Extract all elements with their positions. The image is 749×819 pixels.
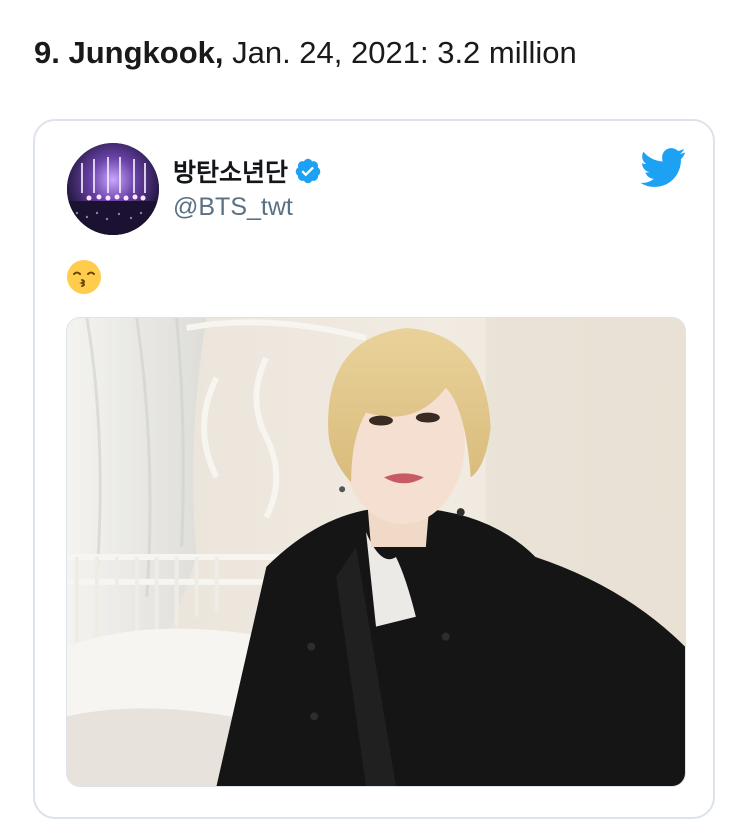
tweet-display-name[interactable]: 방탄소년단 xyxy=(173,153,322,189)
headline: 9. Jungkook, Jan. 24, 2021: 3.2 million xyxy=(34,33,577,73)
kissing-face-emoji-icon xyxy=(66,259,102,295)
verified-badge-icon xyxy=(294,157,322,185)
headline-rank-name: 9. Jungkook, xyxy=(34,35,224,70)
display-name-text: 방탄소년단 xyxy=(173,159,289,187)
tweet-handle[interactable]: @BTS_twt xyxy=(173,193,293,222)
embedded-tweet-card[interactable]: 방탄소년단 @BTS_twt xyxy=(33,119,715,819)
twitter-bird-icon[interactable] xyxy=(640,147,686,187)
tweet-photo[interactable] xyxy=(66,317,686,787)
headline-date-count: Jan. 24, 2021: 3.2 million xyxy=(223,35,577,70)
avatar[interactable] xyxy=(67,143,159,235)
